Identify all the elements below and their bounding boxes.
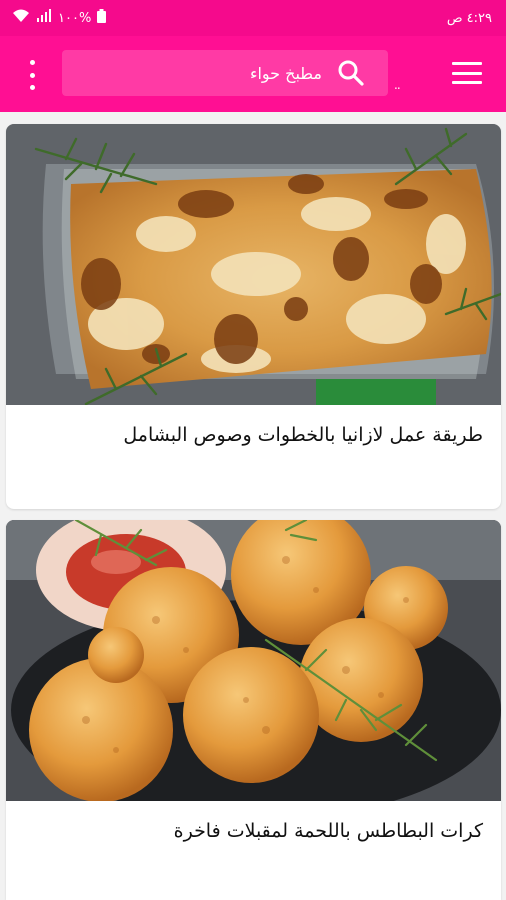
search-box[interactable]: [62, 50, 388, 96]
battery-icon: [97, 9, 107, 27]
search-icon[interactable]: [336, 58, 366, 88]
wifi-icon: [12, 9, 30, 27]
potato-balls-image: [6, 520, 501, 801]
status-time: ٤:٢٩ ص: [446, 10, 492, 26]
search-input[interactable]: [122, 63, 322, 83]
status-bar: ١٠٠% ٤:٢٩ ص: [0, 0, 506, 36]
app-bar-dots: ..: [394, 78, 401, 92]
article-card-lasagna[interactable]: طريقة عمل لازانيا بالخطوات وصوص البشامل: [6, 124, 501, 509]
status-icons: ١٠٠%: [12, 9, 107, 27]
hamburger-menu-button[interactable]: [452, 62, 482, 84]
article-title[interactable]: كرات البطاطس باللحمة لمقبلات فاخرة: [23, 820, 483, 842]
battery-percent: ١٠٠%: [58, 10, 92, 26]
article-title[interactable]: طريقة عمل لازانيا بالخطوات وصوص البشامل: [23, 424, 483, 446]
article-card-potato-balls[interactable]: كرات البطاطس باللحمة لمقبلات فاخرة: [6, 520, 501, 900]
overflow-menu-button[interactable]: [20, 60, 44, 90]
menu-icon: [452, 62, 482, 65]
signal-icon: [36, 9, 52, 27]
more-vertical-icon: [29, 60, 35, 65]
app-bar: ..: [0, 36, 506, 112]
lasagna-image: [6, 124, 501, 405]
